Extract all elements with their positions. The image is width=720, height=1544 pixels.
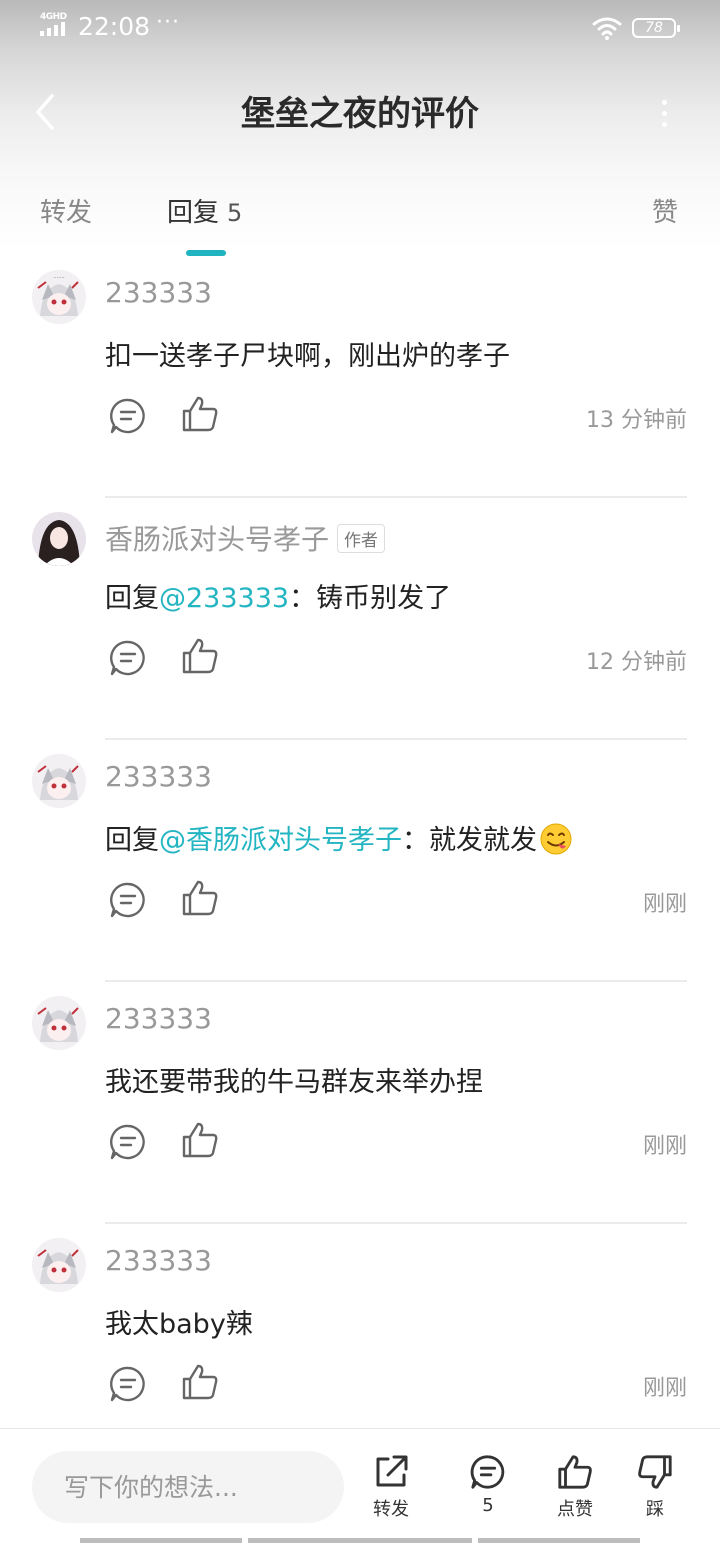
- comment-icon[interactable]: [108, 880, 148, 920]
- tab-replies-count: 5: [227, 199, 243, 227]
- reply-content: 我太baby辣: [105, 1302, 253, 1341]
- reply-text: 我太baby辣: [105, 1309, 253, 1340]
- mention-link[interactable]: @香肠派对头号孝子: [159, 825, 402, 856]
- reply-text: 扣一送孝子尸块啊，刚出炉的孝子: [105, 341, 510, 372]
- thumbs-up-icon[interactable]: [180, 636, 220, 676]
- timestamp: 刚刚: [642, 1376, 687, 1401]
- username-text[interactable]: 香肠派对头号孝子: [105, 523, 329, 556]
- reply-text: ：铸币别发了: [289, 583, 452, 614]
- avatar[interactable]: [32, 754, 86, 808]
- comment-icon[interactable]: [108, 638, 148, 678]
- thumbs-up-icon[interactable]: [180, 394, 220, 434]
- timestamp: 刚刚: [642, 1134, 687, 1159]
- more-options-button[interactable]: [650, 94, 680, 134]
- tab-replies-label: 回复: [167, 198, 220, 228]
- avatar[interactable]: ·······: [32, 270, 86, 324]
- avatar[interactable]: [32, 1238, 86, 1292]
- timestamp: 13 分钟前: [586, 408, 687, 433]
- tab-replies[interactable]: 回复 5: [167, 192, 242, 229]
- wifi-icon: [592, 17, 622, 40]
- thumbs-down-icon: [638, 1455, 672, 1489]
- username: 香肠派对头号孝子 作者: [105, 518, 386, 558]
- reply-item: ······· 233333 扣一送孝子尸块啊，刚出炉的孝子 13 分钟前: [0, 256, 720, 498]
- battery-level: 78: [645, 20, 663, 36]
- reply-item: 233333 我还要带我的牛马群友来举办捏 刚刚: [0, 982, 720, 1224]
- reply-content: 回复@233333：铸币别发了: [105, 576, 451, 615]
- reply-prefix: 回复: [105, 825, 159, 856]
- username[interactable]: 233333: [105, 1244, 212, 1277]
- dislike-button[interactable]: 踩: [620, 1453, 690, 1533]
- avatar[interactable]: [32, 512, 86, 566]
- comment-icon: [470, 1455, 505, 1489]
- network-type: 4GHD: [40, 12, 67, 22]
- gesture-bar: [80, 1538, 242, 1543]
- tab-forward-label: 转发: [40, 198, 93, 228]
- tab-forward[interactable]: 转发: [40, 192, 92, 229]
- author-badge: 作者: [337, 523, 386, 553]
- comment-icon[interactable]: [108, 1364, 148, 1404]
- reply-text: ：就发就发: [402, 825, 537, 856]
- thumbs-up-icon[interactable]: [180, 1362, 220, 1402]
- timestamp: 12 分钟前: [586, 650, 687, 675]
- reply-text: 我还要带我的牛马群友来举办捏: [105, 1067, 483, 1098]
- page-title: 堡垒之夜的评价: [241, 94, 479, 134]
- avatar[interactable]: [32, 996, 86, 1050]
- comment-input[interactable]: [32, 1451, 344, 1523]
- thumbs-up-icon[interactable]: [180, 878, 220, 918]
- comment-icon[interactable]: [108, 396, 148, 436]
- signal-icon: 4GHD: [40, 12, 72, 38]
- comments-button[interactable]: 5: [453, 1453, 523, 1533]
- tab-likes[interactable]: 赞: [652, 192, 678, 229]
- username[interactable]: 233333: [105, 1002, 212, 1035]
- share-label: 转发: [373, 1499, 409, 1520]
- comment-count: 5: [482, 1495, 494, 1516]
- reply-content: 回复@香肠派对头号孝子：就发就发: [105, 818, 573, 859]
- comment-icon[interactable]: [108, 1122, 148, 1162]
- reply-item: 233333 回复@香肠派对头号孝子：就发就发 刚刚: [0, 740, 720, 982]
- gesture-bar: [478, 1538, 640, 1543]
- thumbs-up-icon: [558, 1455, 592, 1489]
- dislike-label: 踩: [646, 1499, 664, 1520]
- reply-content: 我还要带我的牛马群友来举办捏: [105, 1060, 483, 1099]
- tab-likes-label: 赞: [652, 198, 679, 228]
- yum-face-emoji: [540, 823, 572, 854]
- username[interactable]: 233333: [105, 760, 212, 793]
- timestamp: 刚刚: [642, 892, 687, 917]
- battery-icon: 78: [632, 18, 680, 38]
- like-label: 点赞: [557, 1499, 593, 1520]
- reply-prefix: 回复: [105, 583, 159, 614]
- reply-item: 香肠派对头号孝子 作者 回复@233333：铸币别发了 12 分钟前: [0, 498, 720, 740]
- svg-text:·······: ·······: [53, 275, 65, 281]
- like-button[interactable]: 点赞: [540, 1453, 610, 1533]
- username[interactable]: 233333: [105, 276, 212, 309]
- mention-link[interactable]: @233333: [159, 583, 289, 614]
- share-icon: [376, 1455, 408, 1487]
- status-bar: 4GHD 22:08 ··· 78: [0, 0, 720, 56]
- thumbs-up-icon[interactable]: [180, 1120, 220, 1160]
- clock: 22:08: [78, 12, 151, 41]
- reply-content: 扣一送孝子尸块啊，刚出炉的孝子: [105, 334, 510, 373]
- notification-dots: ···: [156, 10, 180, 35]
- share-button[interactable]: 转发: [356, 1453, 426, 1533]
- gesture-bar: [248, 1538, 472, 1543]
- bottom-action-bar: 转发 5 点赞 踩: [0, 1428, 720, 1544]
